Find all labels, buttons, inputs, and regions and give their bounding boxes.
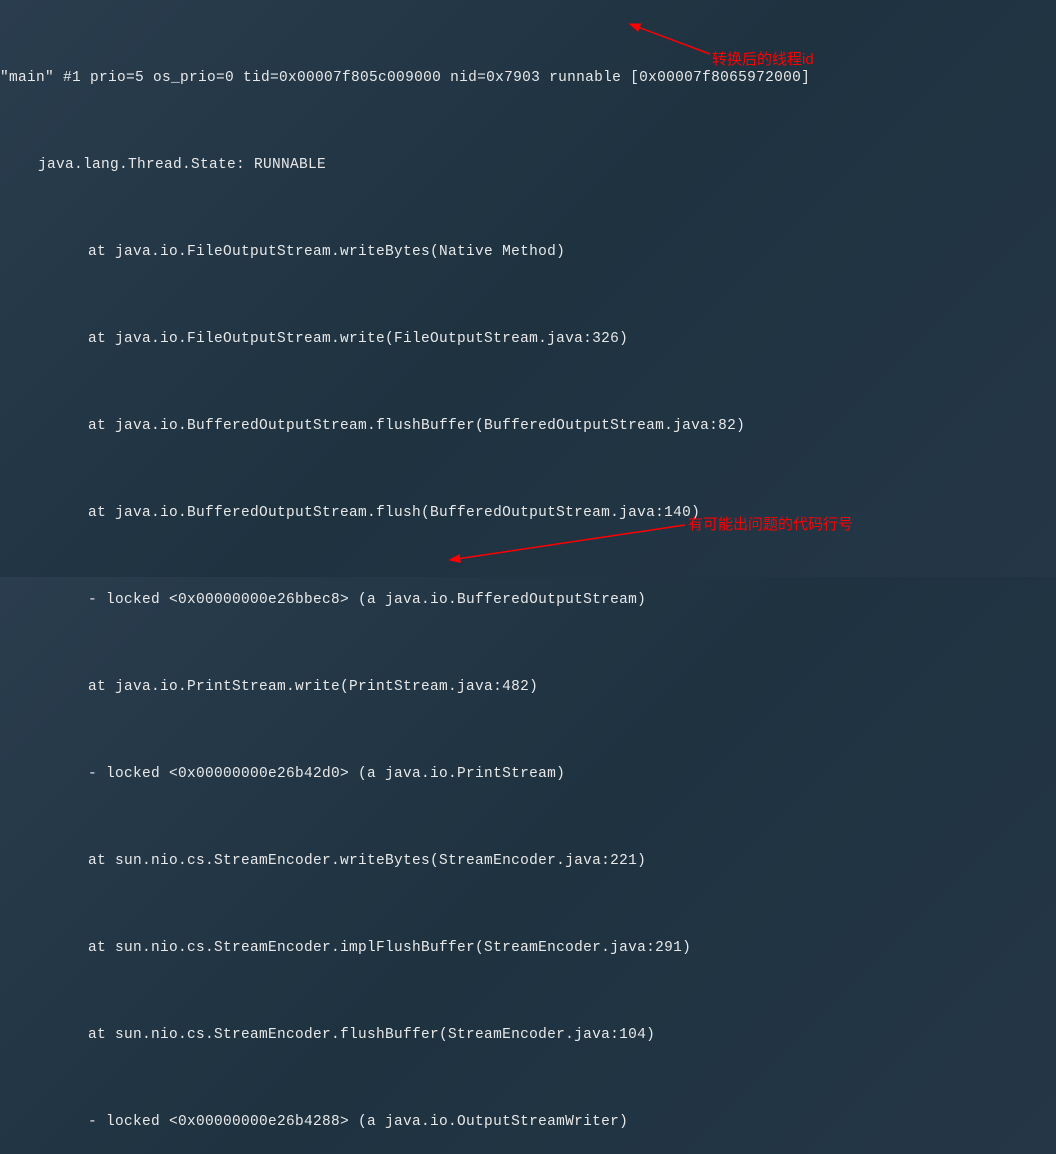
thread-dump-content: "main" #1 prio=5 os_prio=0 tid=0x00007f8…	[0, 6, 1056, 1154]
stack-frame: at java.io.BufferedOutputStream.flushBuf…	[0, 412, 1056, 441]
thread-state-line: java.lang.Thread.State: RUNNABLE	[0, 151, 1056, 180]
stack-frame: at sun.nio.cs.StreamEncoder.flushBuffer(…	[0, 1021, 1056, 1050]
stack-lock: - locked <0x00000000e26b42d0> (a java.io…	[0, 760, 1056, 789]
stack-frame: at java.io.PrintStream.write(PrintStream…	[0, 673, 1056, 702]
stack-frame: at sun.nio.cs.StreamEncoder.writeBytes(S…	[0, 847, 1056, 876]
stack-frame: at java.io.BufferedOutputStream.flush(Bu…	[0, 499, 1056, 528]
stack-frame: at sun.nio.cs.StreamEncoder.implFlushBuf…	[0, 934, 1056, 963]
stack-lock: - locked <0x00000000e26b4288> (a java.io…	[0, 1108, 1056, 1137]
annotation-thread-id: 转换后的线程id	[712, 48, 814, 69]
annotation-code-line: 有可能出问题的代码行号	[688, 513, 853, 534]
stack-frame: at java.io.FileOutputStream.writeBytes(N…	[0, 238, 1056, 267]
stack-frame: at java.io.FileOutputStream.write(FileOu…	[0, 325, 1056, 354]
stack-lock: - locked <0x00000000e26bbec8> (a java.io…	[0, 586, 1056, 615]
thread-header-line: "main" #1 prio=5 os_prio=0 tid=0x00007f8…	[0, 64, 1056, 93]
